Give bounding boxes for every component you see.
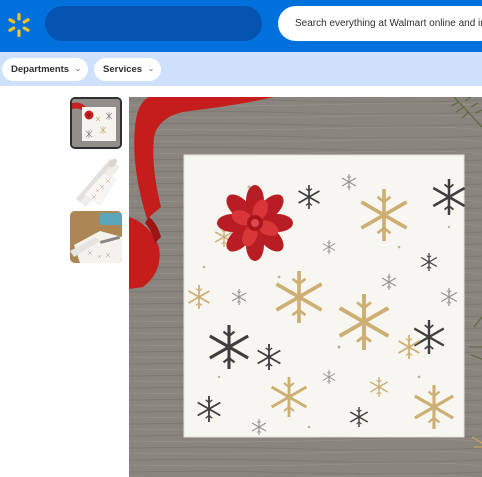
product-thumbnail-3[interactable] <box>70 211 122 263</box>
gift-wrap-hero-image <box>129 97 482 477</box>
pickup-delivery-selector[interactable] <box>45 6 262 41</box>
gift-wrap-roll-thumbnail-image <box>70 155 122 207</box>
top-header <box>0 0 482 52</box>
sub-navigation: Departments Services <box>0 52 482 86</box>
product-thumbnail-2[interactable] <box>70 155 122 207</box>
gift-wrap-in-use-thumbnail-image <box>70 211 122 263</box>
search-bar[interactable] <box>278 6 482 41</box>
search-input[interactable] <box>278 6 482 41</box>
departments-label: Departments <box>11 64 70 75</box>
departments-button[interactable]: Departments <box>2 58 88 81</box>
chevron-down-icon <box>149 68 153 71</box>
services-button[interactable]: Services <box>94 58 161 81</box>
product-main-image[interactable] <box>129 97 482 477</box>
product-thumbnail-1[interactable] <box>70 97 122 149</box>
walmart-spark-logo[interactable] <box>6 12 32 38</box>
gift-wrap-front-thumbnail-image <box>72 99 120 147</box>
services-label: Services <box>103 64 143 75</box>
chevron-down-icon <box>76 68 80 71</box>
